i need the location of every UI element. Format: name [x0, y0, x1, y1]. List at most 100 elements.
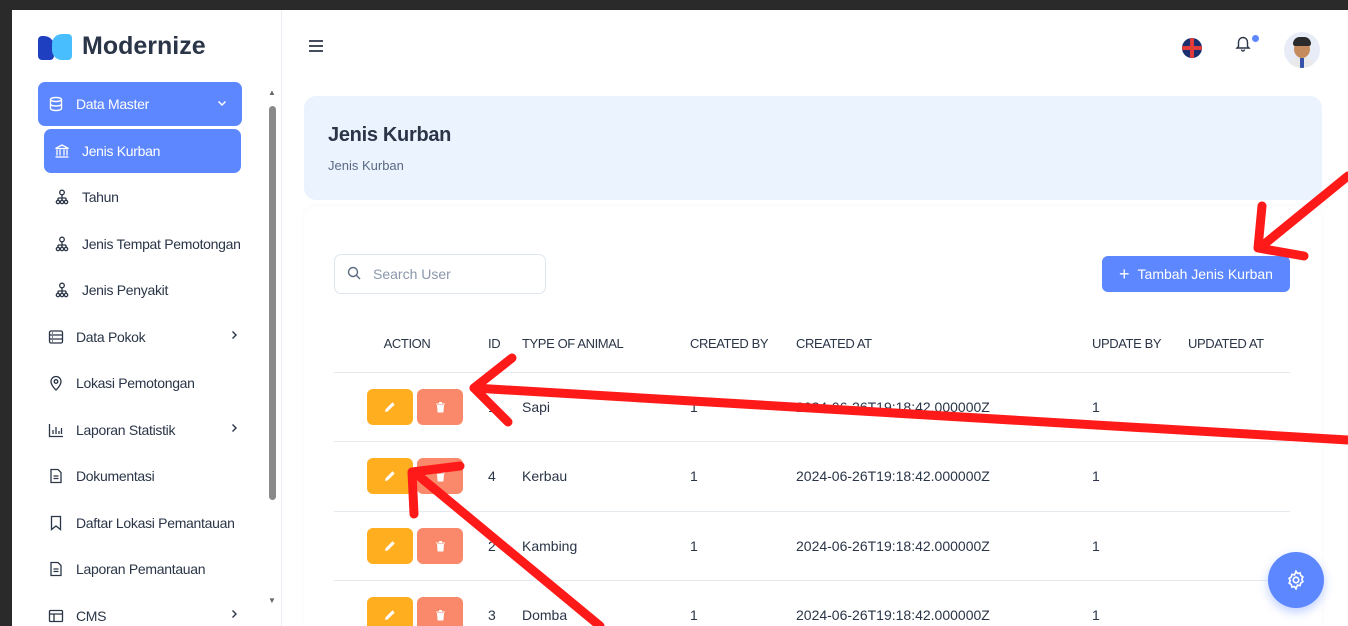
sidebar-item-label: Laporan Statistik [76, 421, 176, 438]
column-header-updated-at[interactable]: UPDATED AT [1188, 316, 1290, 373]
delete-button[interactable] [417, 527, 463, 564]
sidebar-item-dokumentasi[interactable]: Dokumentasi [38, 454, 268, 498]
add-button-label: Tambah Jenis Kurban [1137, 266, 1273, 282]
gear-icon [1288, 569, 1304, 591]
chevron-right-icon [228, 608, 240, 623]
edit-button[interactable] [367, 388, 413, 425]
search-input[interactable] [373, 266, 533, 282]
notification-bell-icon[interactable] [1234, 34, 1252, 57]
cell-id: 3 [480, 580, 522, 626]
sidebar-item-label: Jenis Tempat Pemotongan [82, 235, 241, 252]
column-header-id[interactable]: ID [480, 316, 522, 373]
sidebar-item-data-master[interactable]: Data Master [38, 82, 242, 126]
notification-dot [1252, 35, 1259, 42]
chevron-right-icon [228, 422, 240, 437]
cell-update-by: 1 [1092, 580, 1188, 626]
sidebar-item-label: Data Pokok [76, 328, 146, 345]
cell-id: 1 [480, 372, 522, 442]
edit-button[interactable] [367, 458, 413, 495]
scroll-down-arrow-icon[interactable]: ▼ [268, 596, 276, 605]
chart-icon [48, 422, 64, 438]
cell-type: Sapi [522, 372, 690, 442]
column-header-type-of-animal[interactable]: TYPE OF ANIMAL [522, 316, 690, 373]
cell-created-at: 2024-06-26T19:18:42.000000Z [796, 441, 1092, 512]
sidebar-item-data-pokok[interactable]: Data Pokok [38, 315, 268, 359]
table-row: 1 Sapi 1 2024-06-26T19:18:42.000000Z 1 [334, 372, 1290, 442]
delete-button[interactable] [417, 458, 463, 495]
column-header-update-by[interactable]: UPDATE BY [1092, 316, 1188, 373]
sidebar-item-label: Tahun [82, 189, 119, 205]
table-header-row: ACTION ID TYPE OF ANIMAL CREATED BY CREA… [334, 316, 1290, 373]
app-window: Modernize Data Master Jenis Kurban Tahun… [12, 10, 1348, 626]
cell-update-by: 1 [1092, 511, 1188, 581]
cell-update-by: 1 [1092, 372, 1188, 442]
cell-type: Kambing [522, 511, 690, 581]
sidebar-item-tahun[interactable]: Tahun [38, 175, 268, 219]
layout-icon [48, 608, 64, 624]
page-header-card: Jenis Kurban Jenis Kurban [304, 96, 1322, 200]
search-icon [347, 266, 361, 283]
sidebar-item-jenis-tempat-pemotongan[interactable]: Jenis Tempat Pemotongan [38, 222, 268, 266]
sidebar-item-label: Dokumentasi [76, 468, 155, 484]
cell-created-by: 1 [690, 580, 796, 626]
sitemap-icon [54, 236, 70, 252]
logo-icon [38, 33, 72, 60]
column-header-created-at[interactable]: CREATED AT [796, 316, 1092, 373]
edit-button[interactable] [367, 527, 413, 564]
table-card: + Tambah Jenis Kurban ACTION ID TYPE OF … [304, 206, 1322, 626]
cell-updated-at [1188, 441, 1290, 512]
sidebar-item-jenis-penyakit[interactable]: Jenis Penyakit [38, 268, 268, 312]
breadcrumb[interactable]: Jenis Kurban [328, 158, 404, 173]
sidebar-item-laporan-pemantauan[interactable]: Laporan Pemantauan [38, 547, 268, 591]
cell-update-by: 1 [1092, 441, 1188, 512]
cell-updated-at [1188, 372, 1290, 442]
search-box[interactable] [334, 254, 546, 294]
column-header-action[interactable]: ACTION [334, 316, 480, 373]
logo[interactable]: Modernize [38, 32, 206, 61]
language-flag-icon[interactable] [1182, 38, 1202, 58]
edit-button[interactable] [367, 597, 413, 626]
file-icon [48, 468, 64, 484]
sidebar-item-label: CMS [76, 607, 107, 624]
chevron-right-icon [228, 329, 240, 344]
menu-toggle-icon[interactable] [308, 36, 324, 59]
scroll-up-arrow-icon[interactable]: ▲ [268, 88, 276, 97]
delete-button[interactable] [417, 388, 463, 425]
cell-created-by: 1 [690, 441, 796, 512]
trash-icon [435, 610, 445, 621]
sidebar-item-daftar-lokasi-pemantauan[interactable]: Daftar Lokasi Pemantauan [38, 501, 268, 545]
cell-type: Domba [522, 580, 690, 626]
sidebar-scrollbar[interactable] [269, 106, 276, 500]
app-name: Modernize [82, 32, 206, 60]
sidebar-nav: Data Master Jenis Kurban Tahun Jenis Tem… [38, 82, 268, 626]
sitemap-icon [54, 189, 70, 205]
cell-created-by: 1 [690, 372, 796, 442]
pencil-icon [385, 610, 395, 621]
trash-icon [435, 540, 445, 552]
sidebar-item-label: Jenis Kurban [82, 142, 161, 159]
plus-icon: + [1119, 264, 1130, 284]
pencil-icon [385, 541, 395, 551]
cell-created-at: 2024-06-26T19:18:42.000000Z [796, 580, 1092, 626]
delete-button[interactable] [417, 597, 463, 626]
add-jenis-kurban-button[interactable]: + Tambah Jenis Kurban [1102, 256, 1290, 292]
sidebar-item-cms[interactable]: CMS [38, 594, 268, 626]
cell-id: 2 [480, 511, 522, 581]
user-avatar[interactable] [1284, 32, 1320, 68]
sidebar-item-label: Data Master [76, 96, 149, 112]
file-icon [48, 561, 64, 577]
database-icon [48, 96, 64, 112]
sidebar-item-label: Lokasi Pemotongan [76, 375, 195, 391]
table-row: 3 Domba 1 2024-06-26T19:18:42.000000Z 1 [334, 580, 1290, 626]
jenis-kurban-table: ACTION ID TYPE OF ANIMAL CREATED BY CREA… [334, 316, 1290, 626]
sidebar-item-label: Jenis Penyakit [82, 282, 169, 298]
sidebar-item-laporan-statistik[interactable]: Laporan Statistik [38, 408, 268, 452]
sidebar-item-jenis-kurban[interactable]: Jenis Kurban [44, 128, 241, 173]
settings-fab[interactable] [1268, 552, 1324, 608]
column-header-created-by[interactable]: CREATED BY [690, 316, 796, 373]
sidebar-item-lokasi-pemotongan[interactable]: Lokasi Pemotongan [38, 361, 268, 405]
table-row: 2 Kambing 1 2024-06-26T19:18:42.000000Z … [334, 511, 1290, 581]
page-title: Jenis Kurban [328, 124, 452, 146]
chevron-down-icon [216, 97, 228, 112]
sidebar-item-label: Daftar Lokasi Pemantauan [76, 514, 235, 531]
